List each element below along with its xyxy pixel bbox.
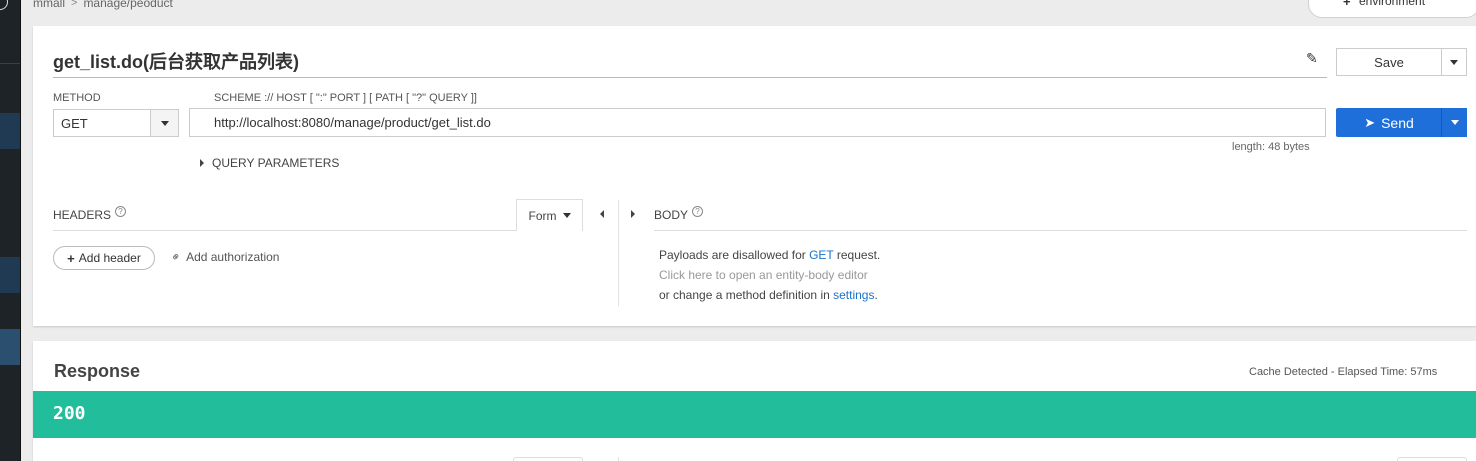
body-text: or change a method definition in: [659, 288, 834, 302]
save-dropdown-button[interactable]: [1441, 48, 1467, 76]
body-text: Payloads are disallowed for: [659, 248, 810, 262]
request-title[interactable]: get_list.do(后台获取产品列表): [53, 48, 299, 74]
help-icon[interactable]: ?: [692, 206, 704, 217]
headers-label: HEADERS: [53, 208, 112, 222]
response-meta: Cache Detected - Elapsed Time: 57ms: [1249, 366, 1438, 378]
headers-section-title: HEADERS?: [53, 206, 127, 222]
query-parameters-toggle[interactable]: QUERY PARAMETERS: [200, 156, 339, 170]
response-tab[interactable]: [1397, 457, 1467, 461]
save-button[interactable]: Save: [1336, 48, 1442, 76]
body-message-line3: or change a method definition in setting…: [659, 288, 878, 302]
settings-link[interactable]: settings: [833, 288, 874, 302]
rail-item[interactable]: [0, 329, 20, 365]
plus-icon: +: [1343, 0, 1351, 9]
headers-divider: [53, 230, 583, 231]
panel-divider: [618, 457, 619, 461]
send-label: Send: [1381, 114, 1414, 131]
form-mode-dropdown[interactable]: Form: [516, 199, 583, 231]
rail-item[interactable]: [0, 257, 20, 293]
chevron-down-icon: [1450, 59, 1458, 65]
breadcrumb-current[interactable]: manage/peoduct: [83, 0, 172, 10]
add-authorization-link[interactable]: ⚭ Add authorization: [167, 248, 280, 266]
add-header-label: Add header: [78, 251, 141, 265]
left-sidebar-rail: [0, 0, 21, 461]
url-length: length: 48 bytes: [1232, 141, 1310, 153]
body-divider: [654, 230, 1467, 231]
method-label: METHOD: [53, 92, 101, 104]
body-text: .: [874, 288, 878, 302]
method-link[interactable]: GET: [809, 248, 833, 262]
panel-divider[interactable]: [618, 200, 619, 306]
chevron-down-icon: [160, 120, 169, 126]
method-dropdown-toggle[interactable]: [150, 109, 179, 137]
add-environment-label: Add an environment: [1359, 0, 1426, 8]
scheme-label: SCHEME :// HOST [ ":" PORT ] [ PATH [ "?…: [214, 92, 477, 104]
title-underline: [53, 77, 1327, 78]
pencil-icon[interactable]: ✎: [1306, 50, 1318, 67]
body-label: BODY: [654, 208, 689, 222]
caret-right-icon: [200, 159, 204, 167]
query-parameters-label: QUERY PARAMETERS: [212, 156, 340, 170]
status-code-bar: 200: [33, 391, 1476, 438]
send-dropdown-button[interactable]: [1441, 108, 1467, 137]
key-icon: ⚭: [167, 248, 185, 266]
expand-right-icon[interactable]: [631, 210, 635, 218]
add-environment-button[interactable]: + Add an environment: [1308, 0, 1476, 18]
breadcrumb-separator: >: [71, 0, 78, 9]
add-authorization-label: Add authorization: [186, 250, 280, 264]
add-header-button[interactable]: + Add header: [53, 246, 155, 270]
chevron-down-icon: [1450, 120, 1459, 125]
body-section-title: BODY?: [654, 206, 704, 222]
response-tab[interactable]: [513, 457, 583, 461]
rail-item-active[interactable]: [0, 113, 20, 149]
open-entity-editor-link[interactable]: Click here to open an entity-body editor: [659, 268, 868, 282]
breadcrumb: mmall > manage/peoduct: [33, 0, 173, 10]
paper-plane-icon: ➤: [1364, 114, 1376, 130]
user-circle-icon[interactable]: [0, 0, 8, 10]
request-panel: get_list.do(后台获取产品列表) ✎ Save METHOD SCHE…: [33, 26, 1476, 326]
help-icon[interactable]: ?: [115, 206, 127, 217]
send-button[interactable]: ➤ Send: [1336, 108, 1442, 137]
body-message-line1: Payloads are disallowed for GET request.: [659, 248, 880, 262]
body-text: request.: [833, 248, 881, 262]
collapse-left-icon[interactable]: [600, 210, 604, 218]
chevron-down-icon: [562, 213, 571, 218]
plus-icon: +: [67, 250, 75, 266]
response-panel: Response Cache Detected - Elapsed Time: …: [33, 341, 1476, 461]
url-input[interactable]: http://localhost:8080/manage/product/get…: [189, 108, 1326, 137]
response-title: Response: [54, 361, 141, 381]
rail-divider: [0, 63, 20, 64]
breadcrumb-root[interactable]: mmall: [33, 0, 65, 10]
form-label: Form: [528, 208, 557, 223]
